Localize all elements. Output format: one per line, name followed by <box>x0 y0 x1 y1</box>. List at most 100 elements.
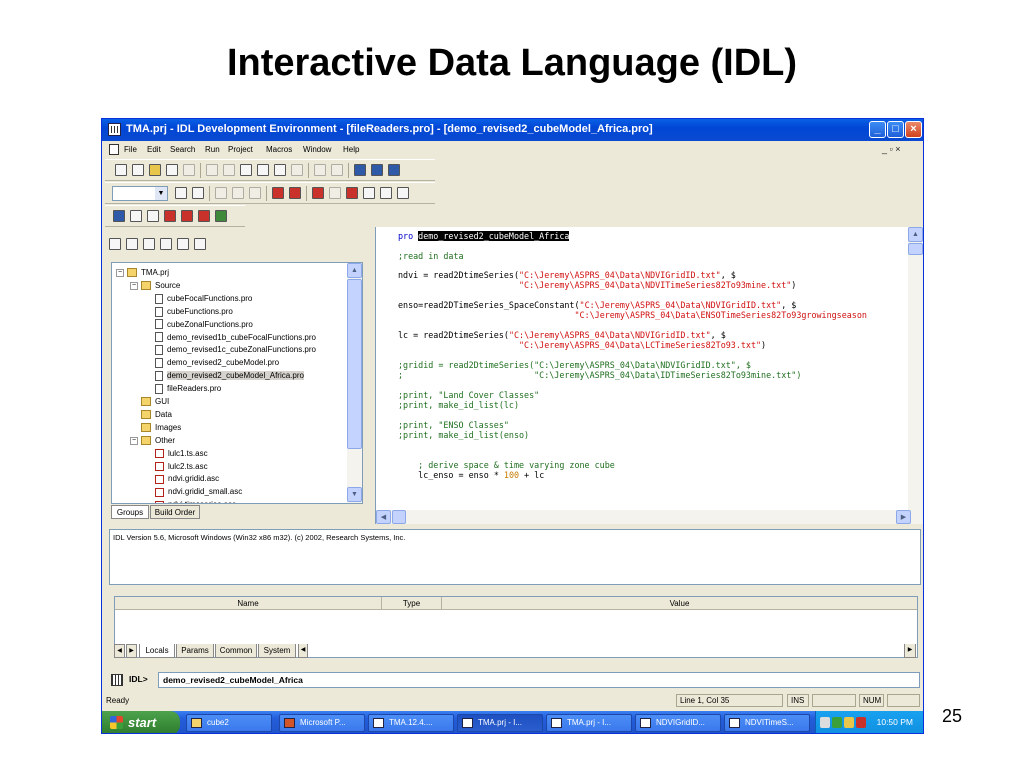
chevron-down-icon[interactable]: ▼ <box>155 187 167 200</box>
menu-macros[interactable]: Macros <box>266 145 292 154</box>
layout-tile-icon[interactable] <box>354 164 366 176</box>
palette-icon[interactable] <box>198 210 210 222</box>
compile-all-icon[interactable] <box>192 187 204 199</box>
code-line[interactable]: lc = read2DtimeSeries("C:\Jeremy\ASPRS_0… <box>398 330 726 340</box>
menu-file[interactable]: File <box>124 145 137 154</box>
code-line[interactable]: "C:\Jeremy\ASPRS_04\Data\ENSOTimeSeries8… <box>398 310 866 320</box>
tree-item[interactable]: Data <box>141 409 172 421</box>
tree-item[interactable]: − Other <box>130 435 175 447</box>
code-line[interactable]: "C:\Jeremy\ASPRS_04\Data\NDVITimeSeries8… <box>398 280 796 290</box>
tree-item[interactable]: demo_revised2_cubeModel_Africa.pro <box>155 370 304 382</box>
save-icon[interactable] <box>166 164 178 176</box>
tree-item[interactable]: Images <box>141 422 181 434</box>
code-line[interactable]: ; "C:\Jeremy\ASPRS_04\Data\IDTimeSeries8… <box>398 370 801 380</box>
tree-item[interactable]: cubeFunctions.pro <box>155 306 233 318</box>
chart-icon[interactable] <box>181 210 193 222</box>
clear-breakpoint-icon[interactable] <box>289 187 301 199</box>
taskbar-button[interactable]: cube2 <box>186 714 272 732</box>
menu-window[interactable]: Window <box>303 145 331 154</box>
code-editor[interactable]: ▲ ◀ ▶ pro demo_revised2_cubeModel_Africa… <box>375 227 923 524</box>
tree-item[interactable]: GUI <box>141 396 169 408</box>
taskbar-button[interactable]: NDVITimeS... <box>724 714 810 732</box>
stop-icon[interactable] <box>312 187 324 199</box>
code-line[interactable]: enso=read2DTimeSeries_SpaceConstant("C:\… <box>398 300 796 310</box>
project-tree[interactable]: ▲ ▼ − TMA.prj − Source cubeFocalFunctions.pr… <box>111 262 363 504</box>
tab-common[interactable]: Common <box>215 644 257 658</box>
tree-item[interactable]: fileReaders.pro <box>155 383 221 395</box>
menu-run[interactable]: Run <box>205 145 220 154</box>
maximize-button[interactable]: □ <box>887 121 904 138</box>
scroll-up-icon[interactable]: ▲ <box>347 263 362 278</box>
project-add-icon[interactable] <box>109 238 121 250</box>
editor-hscroll-thumb[interactable] <box>392 510 406 524</box>
code-line[interactable]: ;print, make_id_list(enso) <box>398 430 529 440</box>
command-input[interactable]: demo_revised2_cubeModel_Africa <box>158 672 920 688</box>
code-line[interactable]: ;print, "Land Cover Classes" <box>398 390 539 400</box>
map-icon[interactable] <box>215 210 227 222</box>
tree-item[interactable]: cubeZonalFunctions.pro <box>155 319 253 331</box>
code-line[interactable]: pro demo_revised2_cubeModel_Africa <box>398 231 570 241</box>
output-log[interactable]: IDL Version 5.6, Microsoft Windows (Win3… <box>109 529 921 585</box>
tree-item[interactable]: − Source <box>130 280 180 292</box>
code-line[interactable]: ; derive space & time varying zone cube <box>398 460 615 470</box>
tree-item[interactable]: ndvi.gridid_small.asc <box>155 486 242 498</box>
layout-horizontal-icon[interactable] <box>371 164 383 176</box>
layout-vertical-icon[interactable] <box>388 164 400 176</box>
code-line[interactable]: ;print, make_id_list(lc) <box>398 400 519 410</box>
tree-item[interactable]: lulc2.ts.asc <box>155 461 208 473</box>
outdent-icon[interactable] <box>331 164 343 176</box>
step-out-icon[interactable] <box>249 187 261 199</box>
project-open-icon[interactable] <box>126 238 138 250</box>
tree-expander-icon[interactable]: − <box>116 268 124 277</box>
taskbar-button[interactable]: TMA.prj - I... <box>546 714 632 732</box>
tray-network-icon[interactable] <box>820 717 830 728</box>
window-b-icon[interactable] <box>380 187 392 199</box>
indent-icon[interactable] <box>314 164 326 176</box>
copy-icon[interactable] <box>257 164 269 176</box>
step-into-icon[interactable] <box>215 187 227 199</box>
menu-project[interactable]: Project <box>228 145 253 154</box>
tab-groups[interactable]: Groups <box>111 505 149 519</box>
code-line[interactable]: "C:\Jeremy\ASPRS_04\Data\LCTimeSeries82T… <box>398 340 766 350</box>
tree-item[interactable]: ndvi.gridid.asc <box>155 473 219 485</box>
run-target-combo[interactable]: ▼ <box>112 186 168 201</box>
eye-icon[interactable] <box>147 210 159 222</box>
minimize-button[interactable]: _ <box>869 121 886 138</box>
menu-search[interactable]: Search <box>170 145 195 154</box>
column-name[interactable]: Name <box>115 597 382 610</box>
tab-locals[interactable]: Locals <box>139 644 175 658</box>
column-value[interactable]: Value <box>442 597 917 610</box>
start-button[interactable]: start <box>102 711 180 733</box>
editor-hscrollbar[interactable]: ◀ ▶ <box>376 510 923 524</box>
taskbar-button[interactable]: Microsoft P... <box>279 714 365 732</box>
tab-params[interactable]: Params <box>176 644 214 658</box>
window-a-icon[interactable] <box>363 187 375 199</box>
step-over-icon[interactable] <box>232 187 244 199</box>
cut-icon[interactable] <box>240 164 252 176</box>
project-options-icon[interactable] <box>194 238 206 250</box>
new-window-icon[interactable] <box>132 164 144 176</box>
tree-expander-icon[interactable]: − <box>130 436 138 445</box>
breakpoint-icon[interactable] <box>272 187 284 199</box>
hscroll-right-icon[interactable]: ▶ <box>904 644 916 658</box>
tab-build-order[interactable]: Build Order <box>150 505 200 519</box>
project-file-icon[interactable] <box>143 238 155 250</box>
title-bar[interactable]: TMA.prj - IDL Development Environment - … <box>102 119 923 141</box>
close-button[interactable]: × <box>905 121 922 138</box>
tree-scroll-thumb[interactable] <box>347 279 362 449</box>
editor-vscroll-thumb[interactable] <box>908 243 923 255</box>
monitor-icon[interactable] <box>113 210 125 222</box>
tray-alert-icon[interactable] <box>856 717 866 728</box>
tab-scroll-right[interactable]: ▶ <box>126 644 137 658</box>
tree-item[interactable]: cubeFocalFunctions.pro <box>155 293 252 305</box>
redo-icon[interactable] <box>223 164 235 176</box>
colors-icon[interactable] <box>164 210 176 222</box>
mdi-window-controls[interactable]: _ ▫ × <box>882 144 900 154</box>
scroll-right-icon[interactable]: ▶ <box>896 510 911 524</box>
tree-item[interactable]: demo_revised2_cubeModel.pro <box>155 357 279 369</box>
tab-system[interactable]: System <box>258 644 296 658</box>
tree-item[interactable]: demo_revised1c_cubeZonalFunctions.pro <box>155 344 316 356</box>
code-line[interactable]: ;print, "ENSO Classes" <box>398 420 509 430</box>
scroll-down-icon[interactable]: ▼ <box>347 487 362 502</box>
tree-scrollbar[interactable]: ▲ ▼ <box>347 263 362 503</box>
